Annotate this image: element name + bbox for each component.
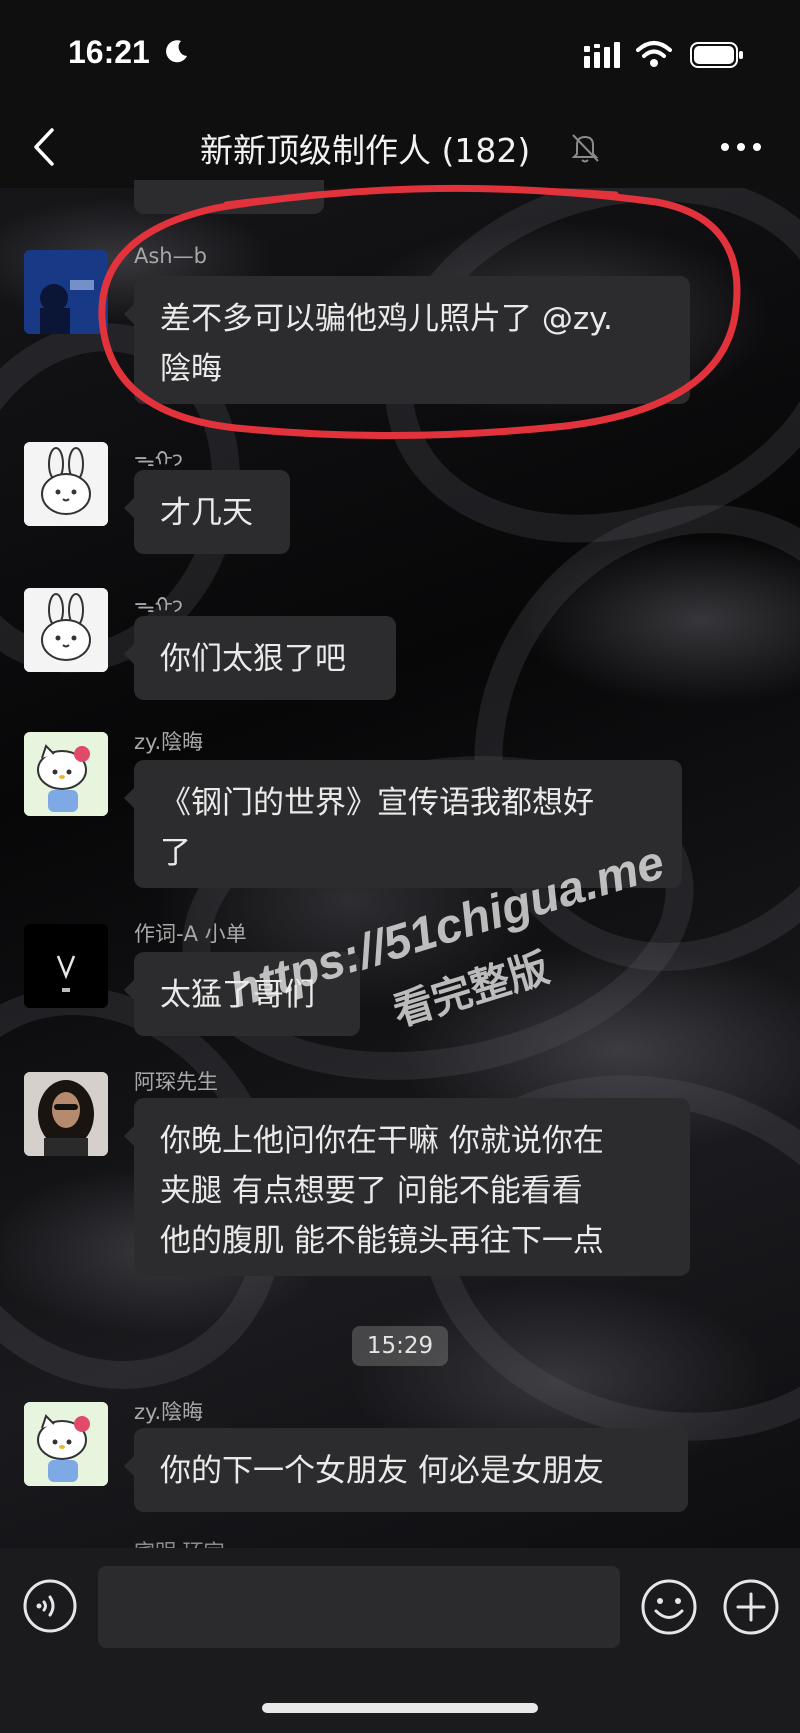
message-bubble[interactable]: 你晚上他问你在干嘛 你就说你在 夹腿 有点想要了 问能不能看看 他的腹肌 能不能… (124, 1098, 690, 1276)
message-text-line: 你晚上他问你在干嘛 你就说你在 (160, 1123, 604, 1159)
battery-icon (690, 42, 743, 68)
red-circle-annotation (98, 184, 741, 440)
message-text-line: 才几天 (160, 495, 253, 531)
home-indicator (262, 1703, 538, 1713)
letter-v-avatar (24, 924, 108, 1008)
chat-title[interactable]: 新新顶级制作人 (182) (200, 124, 530, 172)
moon-icon (166, 40, 187, 63)
message-input[interactable] (98, 1566, 620, 1648)
portrait-avatar (24, 1072, 108, 1156)
message-text-line: 你们太狠了吧 (160, 641, 346, 677)
avatar[interactable] (24, 1402, 108, 1486)
wifi-icon (636, 41, 672, 67)
chat-header: 新新顶级制作人 (182) (0, 110, 800, 188)
back-chevron-icon[interactable] (26, 122, 66, 172)
signal-icon (584, 42, 620, 68)
bell-off-icon (571, 134, 599, 163)
avatar[interactable] (24, 1072, 108, 1156)
sender-name: ᯓᡣ𐭩 (134, 593, 184, 617)
sender-name: zy.陰晦 (134, 1400, 204, 1424)
kitty-avatar (24, 1402, 108, 1486)
time-divider: 15:29 (352, 1326, 448, 1366)
avatar[interactable] (24, 442, 108, 526)
avatar[interactable] (24, 588, 108, 672)
bunny-avatar (24, 442, 108, 526)
avatar[interactable] (24, 924, 108, 1008)
voice-icon[interactable] (22, 1578, 78, 1634)
message-bubble[interactable]: 你的下一个女朋友 何必是女朋友 (124, 1428, 688, 1512)
more-icon[interactable] (718, 130, 764, 164)
input-bar (0, 1548, 800, 1733)
message-text-line: 夹腿 有点想要了 问能不能看看 (160, 1173, 583, 1209)
message-text-line: 你的下一个女朋友 何必是女朋友 (160, 1453, 604, 1489)
message-text-line: 他的腹肌 能不能镜头再往下一点 (160, 1223, 604, 1259)
emoji-icon[interactable] (640, 1578, 698, 1636)
message-bubble[interactable]: 你们太狠了吧 (124, 616, 396, 700)
kitty-avatar (24, 732, 108, 816)
bunny-avatar (24, 588, 108, 672)
status-time: 16:21 (68, 34, 150, 70)
message-bubble[interactable]: 才几天 (124, 470, 290, 554)
sender-name: 阿琛先生 (134, 1070, 218, 1094)
avatar[interactable] (24, 732, 108, 816)
sender-name: zy.陰晦 (134, 730, 204, 754)
plus-icon[interactable] (722, 1578, 780, 1636)
status-bar: 16:21 (0, 0, 800, 110)
